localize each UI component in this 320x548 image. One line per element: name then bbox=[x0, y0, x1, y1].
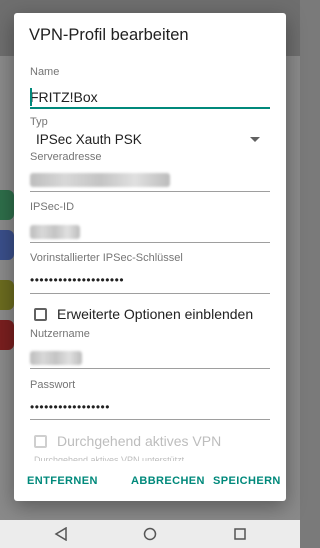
psk-input[interactable]: •••••••••••••••••••• bbox=[30, 273, 124, 287]
ipsec-id-underline bbox=[30, 242, 270, 243]
cancel-button[interactable]: ABBRECHEN bbox=[131, 475, 205, 487]
home-circle-icon[interactable] bbox=[143, 527, 157, 541]
background-strip bbox=[0, 190, 14, 220]
always-on-vpn-checkbox-row: Durchgehend aktives VPN bbox=[34, 433, 221, 449]
background-strip bbox=[0, 280, 14, 310]
username-underline bbox=[30, 368, 270, 369]
background-strip bbox=[0, 230, 14, 260]
psk-label: Vorinstallierter IPSec-Schlüssel bbox=[30, 252, 183, 264]
server-label: Serveradresse bbox=[30, 151, 102, 163]
username-label: Nutzername bbox=[30, 328, 90, 340]
server-underline bbox=[30, 191, 270, 192]
back-triangle-icon[interactable] bbox=[54, 527, 68, 541]
advanced-options-label: Erweiterte Optionen einblenden bbox=[57, 306, 254, 322]
name-label: Name bbox=[30, 66, 60, 78]
ipsec-id-redacted-value bbox=[30, 225, 80, 239]
recents-square-icon[interactable] bbox=[233, 527, 247, 541]
navigation-bar bbox=[0, 520, 300, 548]
psk-underline bbox=[30, 293, 270, 294]
always-on-vpn-hint: Durchgehend aktives VPN unterstützt bbox=[34, 455, 185, 461]
ipsec-id-label: IPSec-ID bbox=[30, 201, 75, 213]
password-label: Passwort bbox=[30, 379, 76, 391]
advanced-options-checkbox-row[interactable]: Erweiterte Optionen einblenden bbox=[34, 306, 253, 322]
dialog-title: VPN-Profil bearbeiten bbox=[29, 26, 189, 44]
always-on-vpn-label: Durchgehend aktives VPN bbox=[57, 433, 222, 449]
name-input[interactable] bbox=[30, 86, 270, 108]
advanced-options-checkbox[interactable] bbox=[34, 307, 47, 321]
dropdown-arrow-icon bbox=[250, 137, 260, 142]
password-underline bbox=[30, 419, 270, 420]
type-spinner-value: IPSec Xauth PSK bbox=[36, 132, 142, 147]
username-redacted-value bbox=[30, 351, 82, 365]
background-strip bbox=[0, 320, 14, 350]
server-redacted-value bbox=[30, 173, 170, 187]
text-cursor bbox=[30, 88, 32, 106]
remove-button[interactable]: ENTFERNEN bbox=[27, 475, 98, 487]
name-underline bbox=[30, 107, 270, 109]
always-on-vpn-checkbox bbox=[34, 434, 47, 448]
password-input[interactable]: ••••••••••••••••• bbox=[30, 400, 110, 414]
dialog-actions: ENTFERNEN ABBRECHEN SPEICHERN bbox=[14, 475, 286, 491]
type-label: Typ bbox=[30, 116, 48, 128]
vpn-profile-dialog: VPN-Profil bearbeiten Name Typ IPSec Xau… bbox=[14, 13, 286, 501]
save-button[interactable]: SPEICHERN bbox=[213, 475, 281, 487]
